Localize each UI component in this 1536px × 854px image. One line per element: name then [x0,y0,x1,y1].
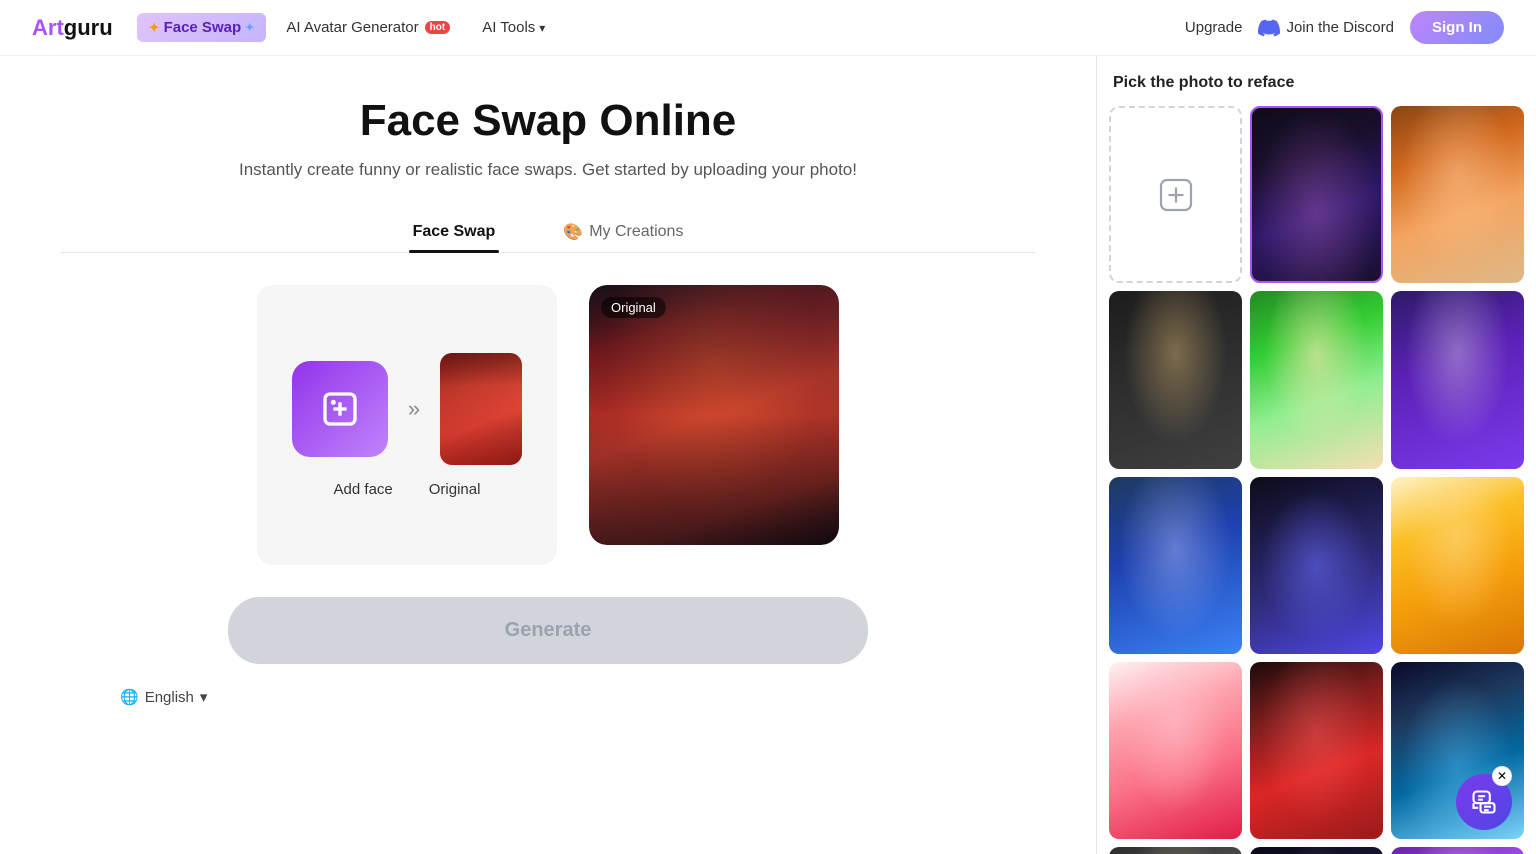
nav-item-ai-tools[interactable]: AI Tools ▾ [470,13,557,42]
hot-badge: hot [425,21,451,34]
nav-items: ✦ Face Swap ✦ AI Avatar Generator hot AI… [137,13,661,42]
main-container: Face Swap Online Instantly create funny … [0,56,1536,854]
photo-item-7[interactable] [1250,477,1383,654]
upload-inner: » [292,353,522,465]
chatbot-icon [1470,788,1498,816]
add-face-button[interactable] [292,361,388,457]
tab-my-creations[interactable]: 🎨 My Creations [559,212,687,252]
hero-subtitle: Instantly create funny or realistic face… [60,160,1036,180]
photo-item-10[interactable] [1250,662,1383,839]
upgrade-button[interactable]: Upgrade [1185,19,1243,36]
content-area: Face Swap Online Instantly create funny … [0,56,1096,854]
chevron-down-icon: ▾ [539,21,545,35]
photo-upload-cell[interactable] [1109,106,1242,283]
nav-item-face-swap[interactable]: ✦ Face Swap ✦ [137,13,267,42]
nav-right: Upgrade Join the Discord Sign In [1185,11,1504,44]
preview-badge: Original [601,297,666,318]
discord-icon [1258,17,1280,39]
nav-ai-avatar-label: AI Avatar Generator [286,19,418,36]
photo-item-8[interactable] [1391,477,1524,654]
logo-guru: guru [64,15,113,40]
original-thumbnail [440,353,522,465]
tab-my-creations-label: My Creations [589,223,683,241]
logo[interactable]: Artguru [32,15,113,41]
navbar: Artguru ✦ Face Swap ✦ AI Avatar Generato… [0,0,1536,56]
tab-face-swap-label: Face Swap [413,223,496,241]
preview-image: Original [589,285,839,545]
panel-title: Pick the photo to reface [1109,74,1524,92]
photo-item-6[interactable] [1109,477,1242,654]
image-add-upload-icon [1158,177,1194,213]
logo-art: Art [32,15,64,40]
photo-item-1[interactable] [1250,106,1383,283]
arrow-icon: » [408,396,420,422]
chatbot-close-button[interactable]: ✕ [1492,766,1512,786]
upload-area: » Add face Original [257,285,557,565]
photo-item-5[interactable] [1391,291,1524,468]
generate-section: Generate [60,597,1036,664]
discord-label: Join the Discord [1286,19,1394,36]
discord-button[interactable]: Join the Discord [1258,17,1394,39]
generate-button[interactable]: Generate [228,597,868,664]
nav-face-swap-label: Face Swap [164,19,242,36]
photo-item-14[interactable] [1391,847,1524,854]
nav-ai-tools-label: AI Tools [482,19,535,36]
image-add-icon [320,389,360,429]
photo-item-13[interactable] [1250,847,1383,854]
signin-button[interactable]: Sign In [1410,11,1504,44]
globe-icon: 🌐 [120,688,139,706]
photo-item-12[interactable] [1109,847,1242,854]
original-upload-label: Original [429,481,481,498]
tabs: Face Swap 🎨 My Creations [60,212,1036,253]
star-icon: ✦ [149,20,160,36]
photo-grid [1109,106,1524,854]
photo-item-4[interactable] [1250,291,1383,468]
footer: 🌐 English ▾ [60,664,1036,730]
chevron-down-lang-icon: ▾ [200,688,208,706]
hero-title: Face Swap Online [60,96,1036,146]
tab-face-swap[interactable]: Face Swap [409,212,500,252]
upload-labels: Add face Original [334,481,481,498]
right-panel: Pick the photo to reface [1096,56,1536,854]
sparkle-icon: ✦ [245,21,254,34]
nav-item-ai-avatar[interactable]: AI Avatar Generator hot [274,13,462,42]
photo-item-9[interactable] [1109,662,1242,839]
language-selector[interactable]: 🌐 English ▾ [120,688,207,706]
add-face-label: Add face [334,481,393,498]
photo-item-2[interactable] [1391,106,1524,283]
language-label: English [145,689,194,706]
workspace: » Add face Original Origin [60,285,1036,565]
photo-item-3[interactable] [1109,291,1242,468]
palette-icon: 🎨 [563,222,583,242]
